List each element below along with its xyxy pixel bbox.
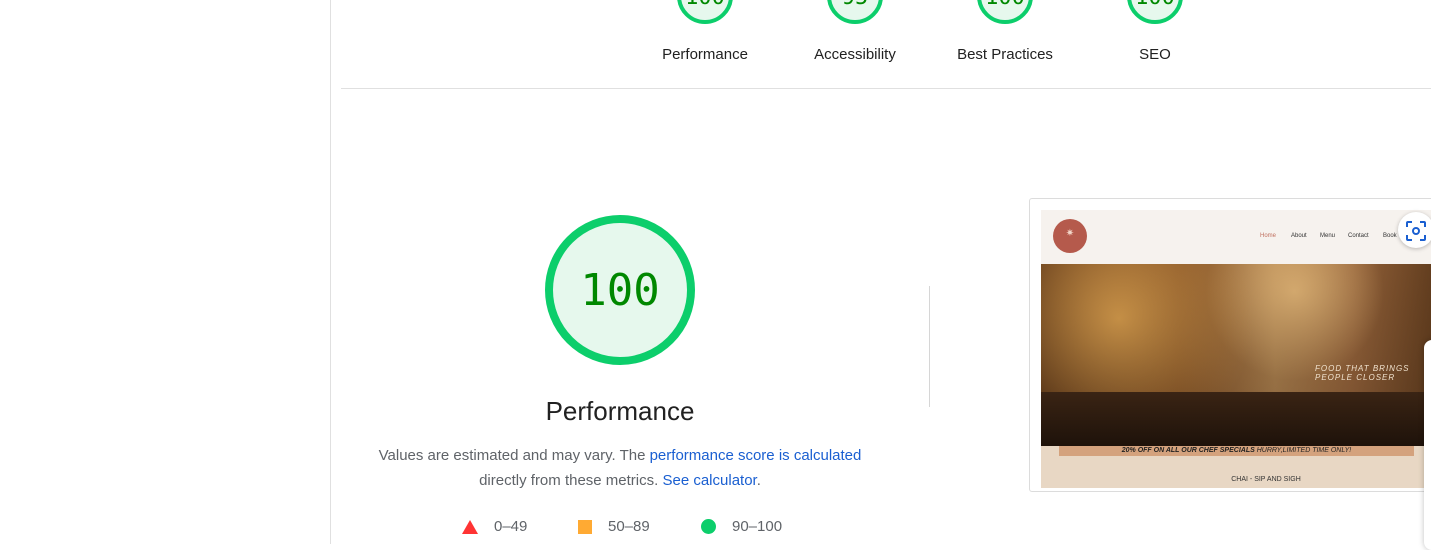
vertical-divider — [929, 286, 930, 407]
legend-pass: 90–100 — [701, 518, 782, 535]
promo-banner: 20% OFF ON ALL OUR CHEF SPECIALS HURRY,L… — [1059, 446, 1414, 456]
score-description: Values are estimated and may vary. The p… — [360, 443, 880, 493]
logo-star-icon: ✷ — [1065, 228, 1075, 239]
gauge-score: 100 — [681, 0, 729, 10]
side-panel-edge — [1424, 340, 1431, 550]
gauge-score: 95 — [831, 0, 879, 10]
legend-fail: 0–49 — [462, 518, 527, 535]
logo: ✷ — [1053, 219, 1087, 253]
description-text: Values are estimated and may vary. The — [378, 447, 650, 464]
hero-tagline: FOOD THAT BRINGS PEOPLE CLOSER — [1315, 364, 1410, 382]
legend-range: 50–89 — [608, 518, 650, 535]
category-label-seo[interactable]: SEO — [1080, 46, 1230, 63]
nav-contact: Contact — [1348, 233, 1369, 239]
gauge-score: 100 — [1131, 0, 1179, 10]
screenshot-footer-text: CHAI - SIP AND SIGH — [1231, 476, 1301, 483]
description-end: . — [756, 472, 761, 489]
square-icon — [578, 519, 592, 534]
legend-average: 50–89 — [578, 518, 650, 535]
view-screenshot-button[interactable] — [1398, 212, 1431, 248]
nav-about: About — [1291, 233, 1307, 239]
promo-bold: 20% OFF ON ALL OUR CHEF SPECIALS — [1121, 447, 1255, 454]
hero-counter — [1041, 392, 1431, 446]
gauge-score: 100 — [981, 0, 1029, 10]
legend-range: 0–49 — [494, 518, 528, 535]
category-label-best-practices[interactable]: Best Practices — [930, 46, 1080, 63]
divider — [341, 88, 1431, 89]
screenshot-navbar: ✷ Home About Menu Contact Book — [1041, 210, 1431, 264]
circle-icon — [701, 519, 716, 534]
nav-home: Home — [1260, 233, 1277, 239]
seo-gauge[interactable]: 100 — [1127, 0, 1183, 24]
accessibility-gauge[interactable]: 95 — [827, 0, 883, 24]
category-label-accessibility[interactable]: Accessibility — [780, 46, 930, 63]
hero-image: FOOD THAT BRINGS PEOPLE CLOSER — [1041, 264, 1431, 446]
category-label-performance[interactable]: Performance — [630, 46, 780, 63]
legend-range: 90–100 — [732, 518, 783, 535]
best-practices-gauge[interactable]: 100 — [977, 0, 1033, 24]
description-text-2: directly from these metrics. — [479, 472, 663, 489]
sidebar — [0, 0, 331, 544]
performance-gauge[interactable]: 100 — [677, 0, 733, 24]
nav-menu: Menu — [1320, 233, 1336, 239]
performance-score-link[interactable]: performance score is calculated — [650, 447, 862, 464]
see-calculator-link[interactable]: See calculator — [662, 472, 756, 489]
final-screenshot[interactable]: ✷ Home About Menu Contact Book FOOD THAT… — [1041, 210, 1431, 488]
performance-score: 100 — [580, 265, 660, 316]
performance-title: Performance — [545, 396, 695, 426]
promo-rest: HURRY,LIMITED TIME ONLY! — [1254, 447, 1352, 454]
performance-score-gauge: 100 — [545, 215, 695, 365]
focus-icon — [1406, 221, 1426, 241]
nav-book: Book — [1383, 233, 1397, 239]
triangle-icon — [462, 519, 478, 534]
